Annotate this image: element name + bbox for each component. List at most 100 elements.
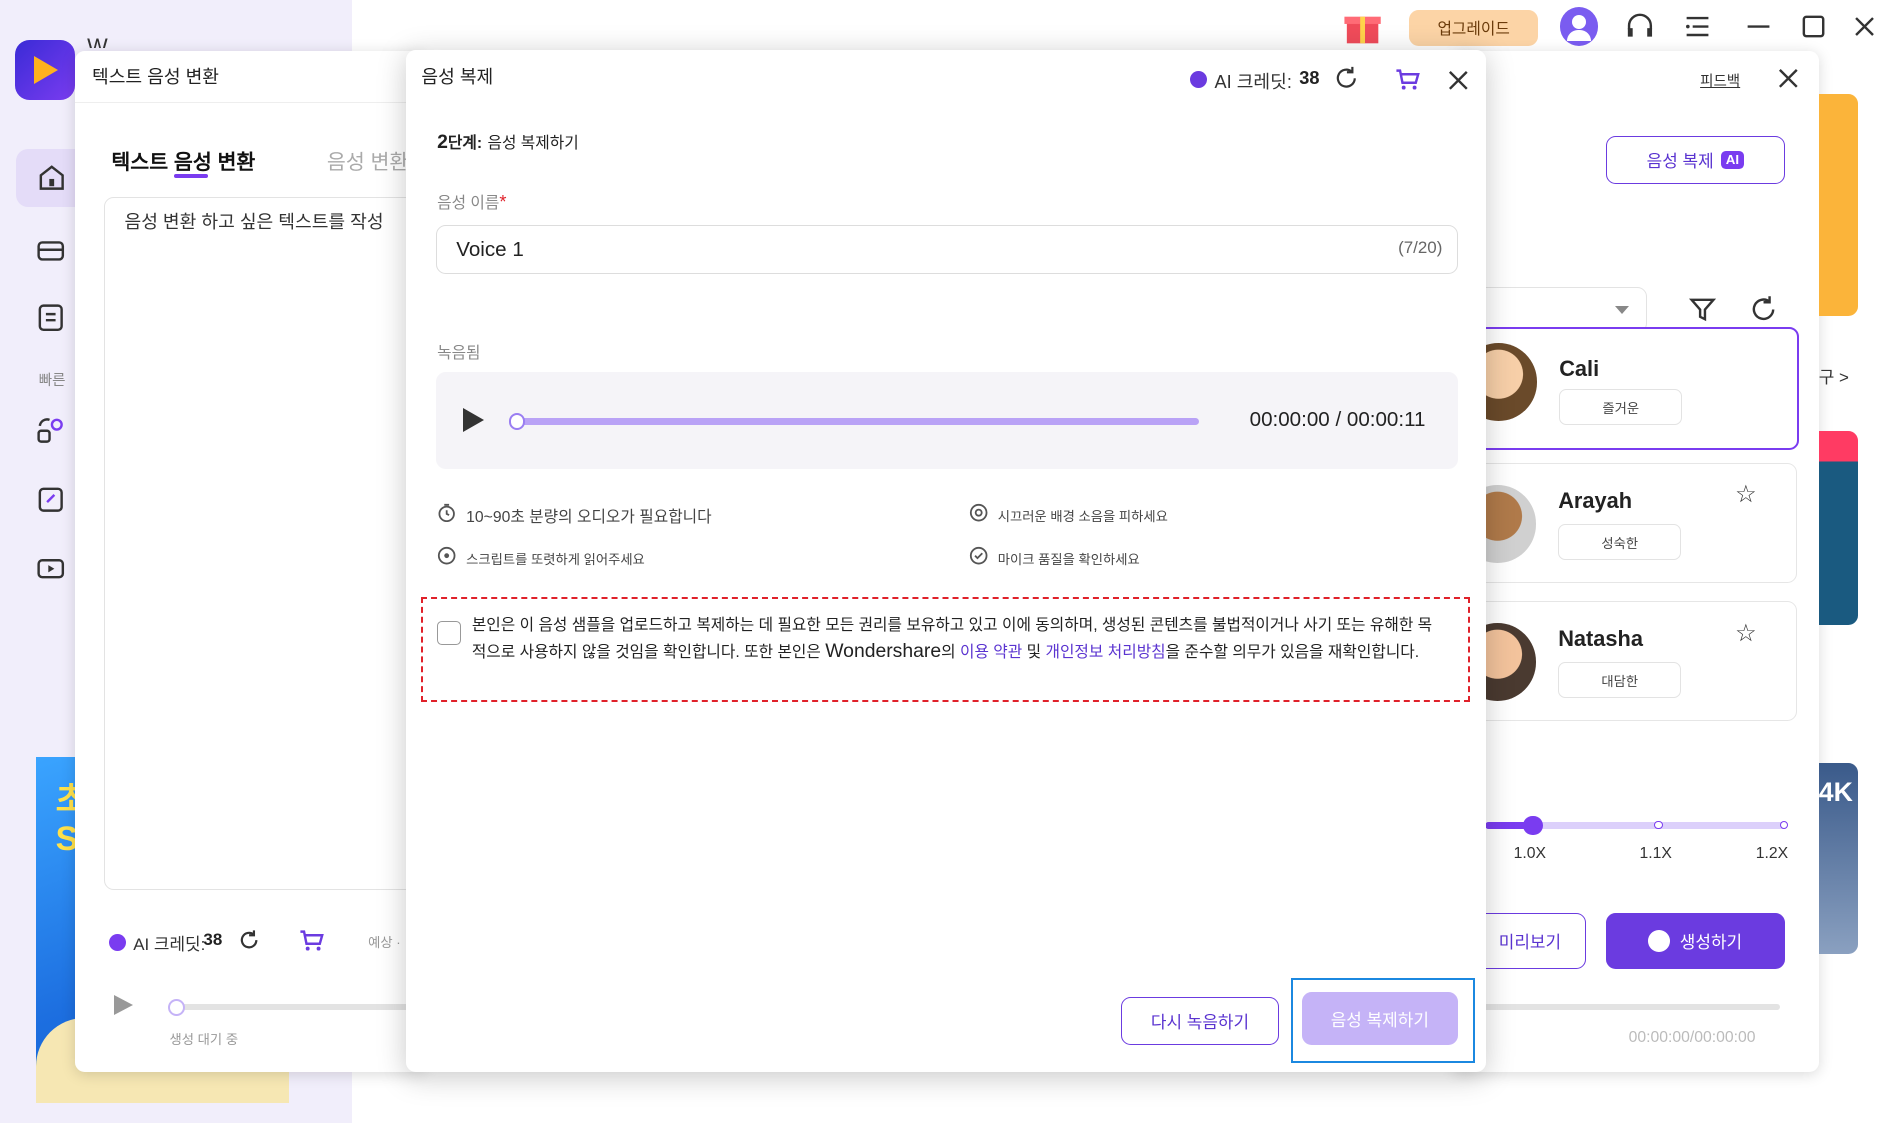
tts-text-editor[interactable]: 음성 변환 하고 싶은 텍스트를 작성 bbox=[104, 197, 419, 890]
promo-sliver-4k: 4K bbox=[1818, 762, 1858, 955]
step-desc: 음성 복제하기 bbox=[487, 134, 579, 152]
agreement-text-part: 을 준수할 의무가 있음을 재확인합니다. bbox=[1165, 643, 1420, 661]
audio-progress-track[interactable] bbox=[518, 417, 1199, 425]
audio-time-display: 00:00:00 / 00:00:11 bbox=[1249, 408, 1426, 432]
voice-card-natasha[interactable]: Natasha 대담한 ☆ bbox=[1458, 600, 1797, 722]
refresh-icon[interactable] bbox=[1749, 295, 1778, 324]
privacy-link[interactable]: 개인정보 처리방침 bbox=[1045, 644, 1165, 661]
tts-credits-label: AI 크레딧: bbox=[133, 934, 206, 954]
required-mark: * bbox=[499, 192, 507, 213]
tts-credits-value: 38 bbox=[203, 929, 223, 949]
tts-estimate-label: 예상 · bbox=[368, 935, 401, 951]
terms-link[interactable]: 이용 약관 bbox=[960, 644, 1022, 661]
modal-credits-value: 38 bbox=[1299, 67, 1320, 88]
voice-tag: 대담한 bbox=[1558, 662, 1682, 698]
cart-icon[interactable] bbox=[1394, 67, 1421, 91]
agreement-brand: Wondershare bbox=[825, 639, 942, 662]
feedback-link[interactable]: 피드백 bbox=[1700, 70, 1740, 91]
effects-icon[interactable] bbox=[27, 407, 75, 455]
chevron-down-icon bbox=[1614, 306, 1629, 314]
audio-progress-knob[interactable] bbox=[508, 412, 526, 430]
tts-credit-diamond-icon bbox=[108, 933, 126, 951]
promo-4k-label: 4K bbox=[1818, 777, 1853, 808]
speed-tick-label: 1.0X bbox=[1513, 845, 1546, 863]
voice-name: Cali bbox=[1559, 355, 1600, 381]
tip-text: 스크립트를 또렷하게 읽어주세요 bbox=[466, 552, 645, 568]
tab-voice-change[interactable]: 음성 변환 bbox=[327, 145, 408, 175]
play-icon[interactable] bbox=[462, 408, 484, 433]
tts-window-title: 텍스트 음성 변환 bbox=[92, 66, 220, 87]
tts-progress-track[interactable] bbox=[176, 1003, 419, 1010]
speed-tick-label: 1.1X bbox=[1639, 845, 1672, 863]
tip-text: 10~90초 분량의 오디오가 필요합니다 bbox=[466, 508, 712, 526]
generate-button-label: 생성하기 bbox=[1679, 933, 1743, 953]
speed-tick-label: 1.2X bbox=[1755, 845, 1789, 863]
edit-icon[interactable] bbox=[27, 476, 75, 524]
promo-sliver-orange bbox=[1818, 94, 1858, 317]
right-close-icon[interactable] bbox=[1775, 65, 1802, 92]
footer-divider bbox=[406, 970, 1486, 971]
star-icon[interactable]: ☆ bbox=[1735, 619, 1757, 648]
check-circle-icon bbox=[969, 546, 988, 571]
upgrade-button[interactable]: 업그레이드 bbox=[1409, 9, 1538, 46]
modal-title: 음성 복제 bbox=[421, 66, 494, 87]
right-progress-track[interactable] bbox=[1477, 1003, 1780, 1010]
voice-card-cali[interactable]: Cali 즐거운 bbox=[1459, 326, 1799, 450]
speed-tick-dot bbox=[1654, 820, 1663, 830]
timer-icon bbox=[437, 503, 456, 528]
video-ai-icon[interactable] bbox=[27, 545, 75, 593]
preview-button-label: 미리보기 bbox=[1498, 933, 1562, 953]
voice-card-arayah[interactable]: Arayah 성숙한 ☆ bbox=[1458, 462, 1797, 584]
more-link[interactable]: 구 > bbox=[1819, 363, 1849, 388]
account-icon[interactable] bbox=[1559, 7, 1599, 46]
tip-item: 시끄러운 배경 소음을 피하세요 bbox=[969, 503, 1168, 528]
credit-diamond-icon bbox=[1190, 71, 1208, 89]
step-number: 2 bbox=[437, 130, 448, 153]
promo-sliver-sea bbox=[1818, 431, 1858, 625]
toolbox-icon[interactable] bbox=[27, 225, 75, 273]
tip-item: 마이크 품질을 확인하세요 bbox=[969, 546, 1140, 571]
modal-close-icon[interactable] bbox=[1445, 67, 1472, 94]
tts-status: 생성 대기 중 bbox=[169, 1032, 239, 1048]
generate-sparkle-icon bbox=[1648, 929, 1671, 952]
agreement-text-part: 의 bbox=[941, 643, 960, 661]
tip-text: 마이크 품질을 확인하세요 bbox=[997, 552, 1140, 568]
app-logo bbox=[14, 39, 76, 101]
headset-icon[interactable] bbox=[1623, 10, 1657, 44]
document-icon[interactable] bbox=[27, 293, 75, 341]
tab-tts[interactable]: 텍스트 음성 변환 bbox=[111, 145, 255, 175]
tip-text: 시끄러운 배경 소음을 피하세요 bbox=[997, 508, 1168, 524]
right-time-display: 00:00:00/00:00:00 bbox=[1628, 1029, 1756, 1047]
tts-refresh-icon[interactable] bbox=[237, 928, 261, 952]
voice-name-value: Voice 1 bbox=[456, 238, 524, 262]
gift-icon[interactable] bbox=[1342, 7, 1383, 46]
voice-name-label-text: 음성 이름 bbox=[437, 195, 500, 213]
voice-name: Arayah bbox=[1558, 487, 1633, 513]
filter-icon[interactable] bbox=[1688, 295, 1717, 324]
agreement-text-part: 및 bbox=[1022, 643, 1046, 661]
voice-clone-modal: 음성 복제 AI 크레딧: 38 2단계: 음성 복제하기 음성 이름* Voi… bbox=[405, 49, 1486, 1072]
menu-icon[interactable] bbox=[1683, 12, 1712, 41]
voice-name-counter: (7/20) bbox=[1398, 238, 1443, 258]
window-close-icon[interactable] bbox=[1850, 12, 1879, 41]
voice-clone-button[interactable]: 음성 복제 AI bbox=[1605, 135, 1785, 185]
minimize-icon[interactable] bbox=[1744, 12, 1773, 41]
tab-tts-underline bbox=[174, 174, 209, 178]
voice-tag: 성숙한 bbox=[1558, 524, 1682, 560]
star-icon[interactable]: ☆ bbox=[1735, 480, 1757, 509]
agreement-checkbox[interactable] bbox=[436, 620, 461, 645]
recorded-label: 녹음됨 bbox=[437, 345, 481, 363]
rerecord-button[interactable]: 다시 녹음하기 bbox=[1121, 996, 1279, 1045]
tts-cart-icon[interactable] bbox=[298, 928, 325, 952]
tip-item: 10~90초 분량의 오디오가 필요합니다 bbox=[437, 503, 712, 528]
maximize-icon[interactable] bbox=[1799, 12, 1828, 41]
home-icon bbox=[28, 154, 76, 202]
speed-knob[interactable] bbox=[1523, 816, 1543, 836]
clone-voice-button[interactable]: 음성 복제하기 bbox=[1301, 991, 1458, 1045]
voice-name-input[interactable]: Voice 1 (7/20) bbox=[435, 225, 1458, 274]
ai-badge: AI bbox=[1720, 151, 1744, 169]
tts-play-icon[interactable] bbox=[113, 995, 133, 1016]
generate-button[interactable]: 생성하기 bbox=[1605, 913, 1785, 969]
right-panel: 피드백 음성 복제 AI Cali 즐거운 Arayah 성숙한 ☆ Natas… bbox=[1453, 50, 1819, 1072]
credits-refresh-icon[interactable] bbox=[1333, 65, 1360, 92]
